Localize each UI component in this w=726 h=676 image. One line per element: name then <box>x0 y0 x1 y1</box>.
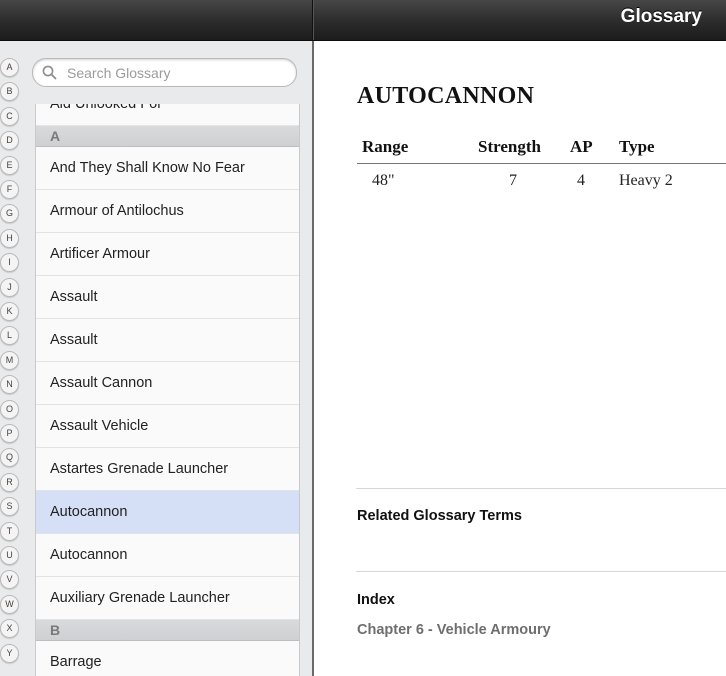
alphabet-letter-x[interactable]: X <box>0 619 19 639</box>
search-bar[interactable] <box>32 58 297 87</box>
stats-header-rule <box>357 163 726 164</box>
index-heading: Index <box>357 592 395 608</box>
list-item[interactable]: Auxiliary Grenade Launcher <box>36 577 299 620</box>
alphabet-letter-e[interactable]: E <box>0 155 19 175</box>
alphabet-letter-a[interactable]: A <box>0 58 19 77</box>
section-header: B <box>36 620 299 641</box>
index-chapter-link[interactable]: Chapter 6 - Vehicle Armoury <box>357 622 551 638</box>
term-detail: AUTOCANNON Range Strength AP Type 48" 7 … <box>314 41 726 676</box>
list-item[interactable]: Autocannon <box>36 534 299 577</box>
list-item[interactable]: Artificer Armour <box>36 233 299 276</box>
alphabet-letter-y[interactable]: Y <box>0 643 19 663</box>
stat-value-type: Heavy 2 <box>619 172 673 189</box>
alphabet-letter-l[interactable]: L <box>0 326 19 346</box>
search-input[interactable] <box>65 61 289 85</box>
stat-header-strength: Strength <box>478 137 541 156</box>
alphabet-letter-i[interactable]: I <box>0 253 19 273</box>
section-header: A <box>36 126 299 147</box>
alphabet-letter-d[interactable]: D <box>0 131 19 151</box>
list-item[interactable]: And They Shall Know No Fear <box>36 147 299 190</box>
search-icon <box>42 65 57 80</box>
alphabet-letter-m[interactable]: M <box>0 350 19 370</box>
list-item[interactable]: Autocannon <box>36 491 299 534</box>
glossary-sidebar: ABCDEFGHIJKLMNOPQRSTUVWXY Aid Unlooked F… <box>0 41 312 676</box>
alphabet-letter-j[interactable]: J <box>0 277 19 297</box>
glossary-list[interactable]: Aid Unlooked For A And They Shall Know No … <box>35 104 300 676</box>
alphabet-letter-b[interactable]: B <box>0 82 19 102</box>
section-divider <box>356 488 726 489</box>
alphabet-letter-t[interactable]: T <box>0 521 19 541</box>
alphabet-letter-q[interactable]: Q <box>0 448 19 468</box>
list-item[interactable]: Assault <box>36 276 299 319</box>
alphabet-letter-h[interactable]: H <box>0 228 19 248</box>
list-item[interactable]: Assault Vehicle <box>36 405 299 448</box>
stat-value-range: 48" <box>372 172 395 189</box>
stat-value-ap: 4 <box>577 172 585 189</box>
alphabet-letter-k[interactable]: K <box>0 302 19 321</box>
list-item[interactable]: Assault <box>36 319 299 362</box>
section-divider <box>356 571 726 572</box>
list-item[interactable]: Assault Cannon <box>36 362 299 405</box>
list-item[interactable]: Armour of Antilochus <box>36 190 299 233</box>
alphabet-letter-o[interactable]: O <box>0 399 19 419</box>
alphabet-letter-s[interactable]: S <box>0 497 19 517</box>
alphabet-letter-v[interactable]: V <box>0 570 19 590</box>
alphabet-letter-f[interactable]: F <box>0 180 19 199</box>
stat-value-strength: 7 <box>509 172 517 189</box>
term-title: AUTOCANNON <box>357 83 535 109</box>
top-bar: Glossary <box>0 0 726 41</box>
alphabet-letter-g[interactable]: G <box>0 204 19 224</box>
alphabet-letter-u[interactable]: U <box>0 546 19 565</box>
list-item[interactable]: Aid Unlooked For <box>36 104 299 126</box>
list-item[interactable]: Barrage <box>36 641 299 676</box>
stat-header-type: Type <box>619 137 655 156</box>
alphabet-letter-p[interactable]: P <box>0 424 19 443</box>
page-title: Glossary <box>620 6 702 27</box>
topbar-divider <box>312 0 313 40</box>
alphabet-letter-c[interactable]: C <box>0 106 19 126</box>
alphabet-letter-r[interactable]: R <box>0 472 19 492</box>
related-terms-heading: Related Glossary Terms <box>357 508 522 524</box>
list-item[interactable]: Astartes Grenade Launcher <box>36 448 299 491</box>
stat-header-ap: AP <box>570 137 593 156</box>
alphabet-letter-n[interactable]: N <box>0 375 19 395</box>
stat-header-range: Range <box>362 137 409 156</box>
alphabet-letter-w[interactable]: W <box>0 594 19 614</box>
